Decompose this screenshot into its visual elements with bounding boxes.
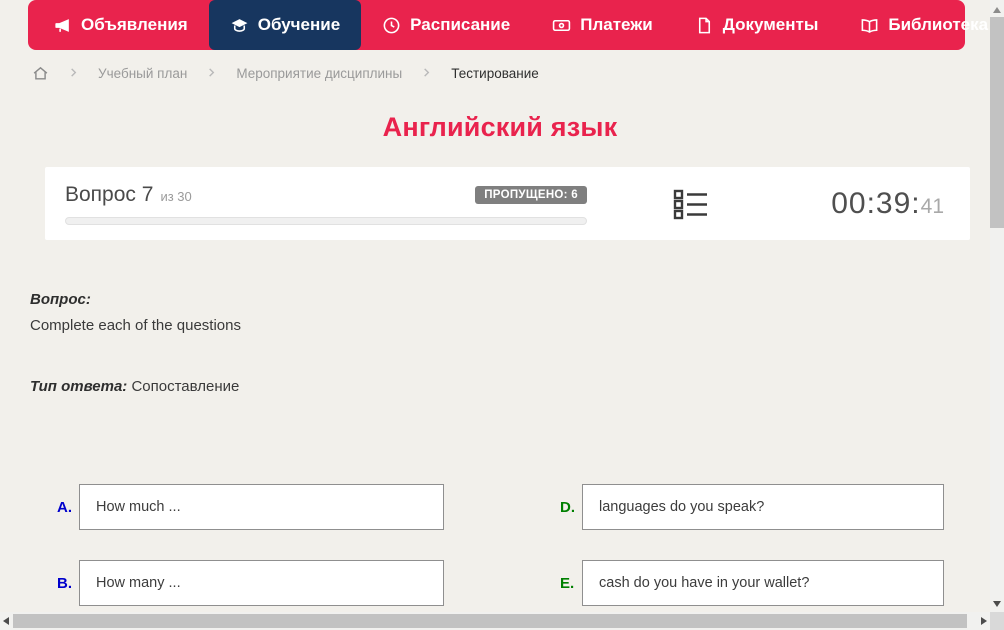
match-item-a: A. How much ...: [45, 484, 444, 530]
scroll-down-arrow-icon[interactable]: [993, 601, 1001, 607]
tab-documents[interactable]: Документы: [674, 0, 840, 50]
graduation-cap-icon: [230, 16, 249, 35]
match-item-b: B. How many ...: [45, 560, 444, 606]
breadcrumb-discipline-event[interactable]: Мероприятие дисциплины: [236, 66, 402, 81]
tab-label: Расписание: [410, 15, 511, 34]
scrollbar-corner: [990, 612, 1004, 630]
tab-label: Обучение: [257, 15, 341, 34]
scroll-up-arrow-icon[interactable]: [993, 7, 1001, 13]
tab-schedule[interactable]: Расписание: [361, 0, 531, 50]
timer-hours-minutes: 00:39:: [831, 186, 921, 220]
timer-seconds: 41: [920, 194, 944, 218]
tab-label: Библиотека: [888, 15, 989, 34]
match-box-b[interactable]: How many ...: [79, 560, 444, 606]
match-box-d[interactable]: languages do you speak?: [582, 484, 944, 530]
horizontal-scrollbar[interactable]: [0, 612, 990, 630]
match-letter-e: E.: [560, 574, 575, 592]
match-item-d: D. languages do you speak?: [548, 484, 944, 530]
question-label: Вопрос:: [30, 291, 91, 308]
skipped-badge: ПРОПУЩЕНО: 6: [475, 185, 587, 204]
tab-announcements[interactable]: Объявления: [32, 0, 209, 50]
tab-library[interactable]: Библиотека: [839, 0, 1004, 50]
match-letter-a: A.: [57, 498, 72, 516]
top-navbar: Объявления Обучение Расписание Платежи Д…: [28, 0, 1004, 50]
question-text: Complete each of the questions: [30, 317, 241, 334]
vertical-scrollbar[interactable]: [990, 0, 1004, 612]
answer-type-label: Тип ответа:: [30, 378, 128, 395]
question-number: Вопрос 7: [65, 182, 154, 206]
horizontal-scrollbar-thumb[interactable]: [13, 614, 967, 628]
question-progress-block: Вопрос 7 из 30 ПРОПУЩЕНО: 6: [65, 183, 587, 225]
vertical-scrollbar-thumb[interactable]: [990, 17, 1004, 228]
book-icon: [860, 16, 879, 35]
breadcrumb-testing: Тестирование: [451, 65, 539, 81]
scroll-right-arrow-icon[interactable]: [981, 617, 987, 625]
tab-label: Документы: [722, 15, 819, 34]
match-letter-b: B.: [57, 574, 72, 592]
clock-icon: [382, 16, 401, 35]
chevron-right-icon: [68, 66, 79, 81]
match-letter-d: D.: [560, 498, 575, 516]
tab-learning[interactable]: Обучение: [208, 0, 362, 50]
tab-payments[interactable]: Платежи: [531, 0, 674, 50]
progress-bar: [65, 216, 587, 225]
answer-type-value: Сопоставление: [131, 378, 240, 395]
question-card: Вопрос 7 из 30 ПРОПУЩЕНО: 6 00:39:41: [45, 167, 970, 240]
cash-icon: [552, 16, 571, 35]
scroll-left-arrow-icon[interactable]: [3, 617, 9, 625]
breadcrumb-curriculum[interactable]: Учебный план: [98, 66, 187, 81]
question-body: Вопрос: Complete each of the questions Т…: [30, 291, 241, 395]
match-box-a[interactable]: How much ...: [79, 484, 444, 530]
chevron-right-icon: [421, 66, 432, 81]
timer: 00:39:41: [831, 187, 944, 221]
match-item-e: E. cash do you have in your wallet?: [548, 560, 944, 606]
question-counter: Вопрос 7 из 30: [65, 183, 192, 207]
document-icon: [695, 16, 714, 35]
chevron-right-icon: [206, 66, 217, 81]
home-icon[interactable]: [32, 65, 49, 82]
question-total: из 30: [160, 188, 192, 204]
breadcrumb: Учебный план Мероприятие дисциплины Тест…: [32, 63, 539, 83]
tab-label: Объявления: [81, 15, 188, 34]
question-list-icon[interactable]: [672, 187, 710, 221]
page-title: Английский язык: [382, 112, 618, 142]
tab-label: Платежи: [580, 15, 653, 34]
megaphone-icon: [53, 16, 72, 35]
match-box-e[interactable]: cash do you have in your wallet?: [582, 560, 944, 606]
